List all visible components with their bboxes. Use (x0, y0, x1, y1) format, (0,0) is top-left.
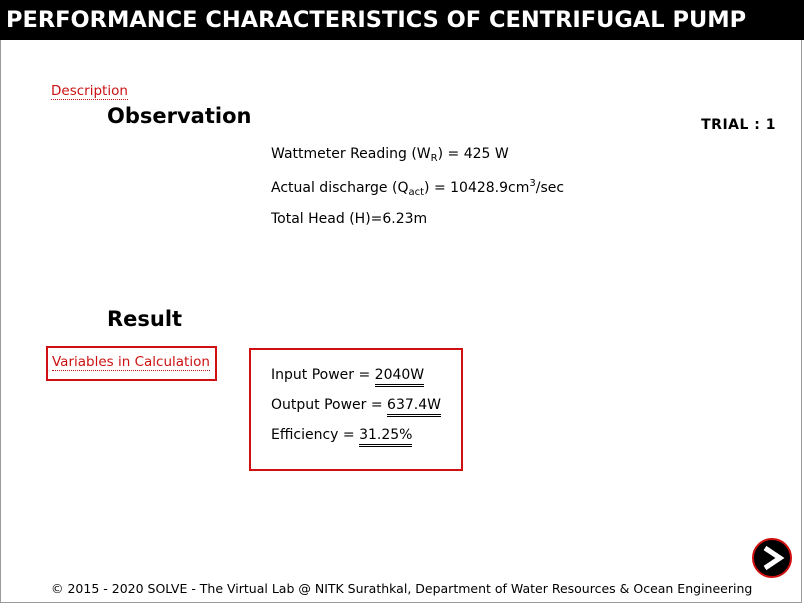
next-button[interactable] (752, 538, 792, 578)
actual-discharge: Actual discharge (Qact) = 10428.9cm3/sec (271, 178, 565, 198)
description-link[interactable]: Description (51, 83, 128, 100)
page-title: PERFORMANCE CHARACTERISTICS OF CENTRIFUG… (6, 7, 747, 33)
wattmeter-reading: Wattmeter Reading (WR) = 425 W (271, 146, 509, 164)
trial-label: TRIAL : 1 (701, 117, 776, 133)
efficiency-value: 31.25% (359, 427, 413, 447)
input-power: Input Power = 2040W (271, 367, 425, 387)
result-heading: Result (107, 307, 183, 331)
title-bar: PERFORMANCE CHARACTERISTICS OF CENTRIFUG… (0, 0, 804, 40)
output-power: Output Power = 637.4W (271, 397, 441, 417)
result-box: Input Power = 2040W Output Power = 637.4… (249, 348, 463, 471)
variables-box: Variables in Calculation (46, 346, 217, 381)
input-power-value: 2040W (374, 367, 425, 387)
efficiency: Efficiency = 31.25% (271, 427, 413, 447)
footer-copyright: © 2015 - 2020 SOLVE - The Virtual Lab @ … (51, 581, 753, 596)
variables-in-calculation-link[interactable]: Variables in Calculation (52, 354, 210, 371)
observation-heading: Observation (107, 104, 252, 128)
output-power-value: 637.4W (387, 397, 441, 417)
total-head: Total Head (H)=6.23m (271, 211, 428, 227)
next-arrow-icon (763, 545, 785, 571)
